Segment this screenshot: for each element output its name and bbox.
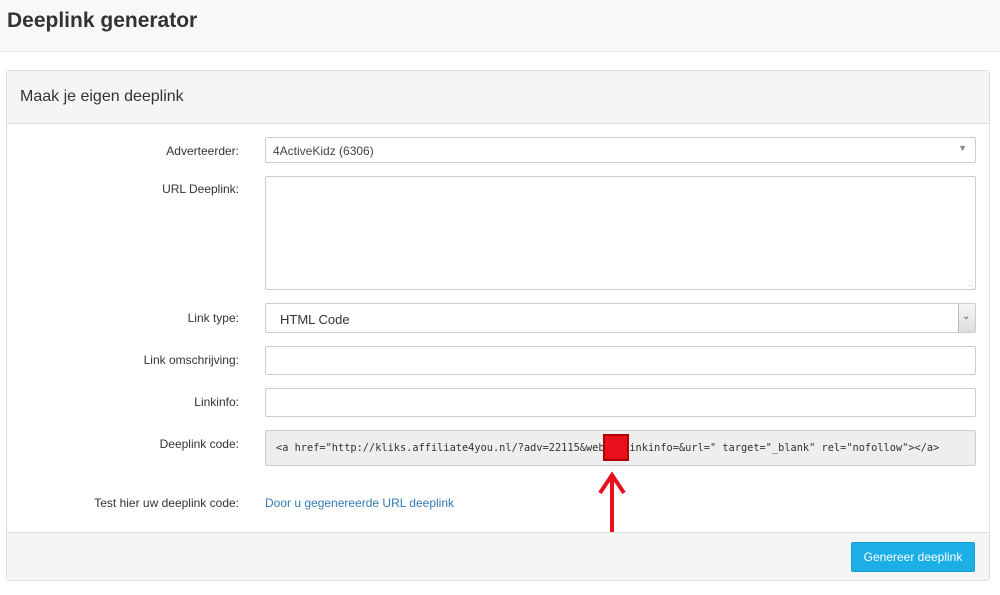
linkinfo-label: Linkinfo:	[194, 395, 239, 409]
linkinfo-input[interactable]	[265, 388, 976, 417]
code-label: Deeplink code:	[159, 437, 239, 451]
link-type-label: Link type:	[187, 311, 239, 325]
panel-footer: Genereer deeplink	[7, 532, 989, 580]
redaction-box	[603, 434, 629, 461]
test-deeplink-link[interactable]: Door u gegenereerde URL deeplink	[265, 496, 454, 510]
url-textarea[interactable]: .:	[265, 176, 976, 290]
page-title: Deeplink generator	[7, 9, 198, 32]
panel-title: Maak je eigen deeplink	[20, 88, 184, 105]
chevron-down-icon: ▼	[958, 143, 967, 153]
resize-handle-icon[interactable]: .:	[969, 280, 973, 288]
page-header: Deeplink generator	[0, 0, 1000, 52]
description-label: Link omschrijving:	[143, 353, 239, 367]
select-dropdown-button[interactable]: ⌄	[958, 304, 975, 332]
generate-deeplink-button[interactable]: Genereer deeplink	[851, 542, 975, 572]
chevron-down-icon: ⌄	[962, 311, 971, 322]
link-type-select[interactable]: HTML Code ⌄	[265, 303, 976, 333]
test-label: Test hier uw deeplink code:	[94, 496, 239, 510]
arrow-up-icon	[598, 471, 626, 533]
url-label: URL Deeplink:	[162, 182, 239, 196]
deeplink-panel: Maak je eigen deeplink Adverteerder: 4Ac…	[6, 70, 990, 581]
description-input[interactable]	[265, 346, 976, 375]
advertiser-select[interactable]: 4ActiveKidz (6306) ▼	[265, 137, 976, 163]
panel-heading: Maak je eigen deeplink	[7, 71, 989, 124]
link-type-value: HTML Code	[280, 312, 350, 327]
advertiser-value: 4ActiveKidz (6306)	[273, 144, 374, 158]
advertiser-label: Adverteerder:	[166, 144, 239, 158]
